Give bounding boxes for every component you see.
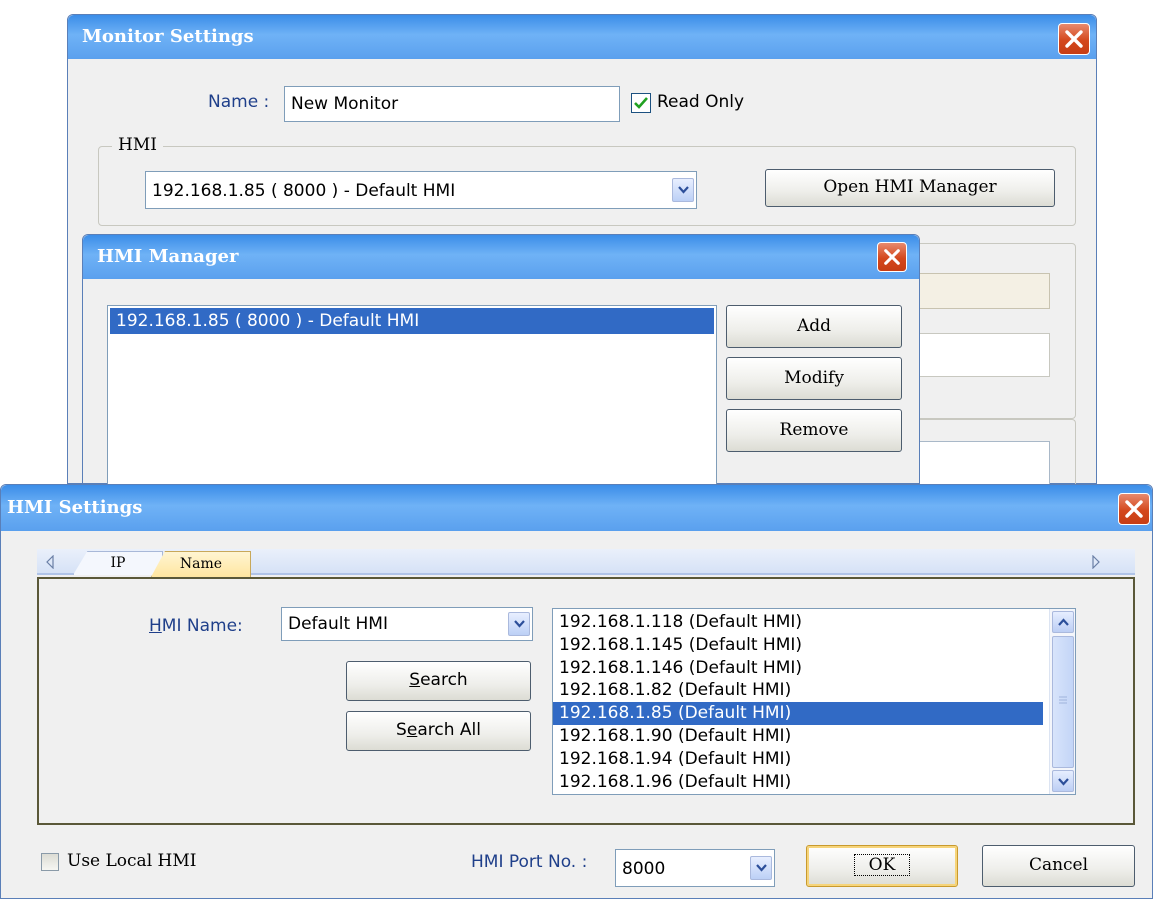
tab-scroll-right-icon[interactable] [1091,555,1101,569]
modify-label: Modify [784,368,844,388]
name-input[interactable]: New Monitor [284,86,620,122]
hmi-results-list[interactable]: 192.168.1.118 (Default HMI) 192.168.1.145… [552,608,1076,795]
search-all-label: Search All [396,720,481,740]
checkmark-icon [634,97,648,109]
monitor-settings-titlebar: Monitor Settings [68,15,1096,59]
open-hmi-manager-button[interactable]: Open HMI Manager [765,169,1055,207]
add-button[interactable]: Add [726,305,902,348]
cancel-label: Cancel [1028,855,1089,875]
hidden-field-1 [898,273,1050,309]
ok-button[interactable]: OK [806,845,958,887]
hmi-name-value: Default HMI [288,614,388,634]
search-label: Search [409,670,468,690]
use-local-hmi-checkbox[interactable] [41,853,59,871]
scrollbar[interactable] [1049,609,1075,794]
chevron-down-icon[interactable] [508,612,530,636]
hmi-settings-titlebar: HMI Settings [1,485,1152,531]
cancel-button[interactable]: Cancel [982,845,1135,887]
remove-button[interactable]: Remove [726,409,902,452]
tab-ip-label: IP [110,555,126,571]
search-button[interactable]: Search [346,661,531,701]
hmi-name-label: HMI Name: [149,616,243,636]
name-label: Name : [208,92,270,112]
remove-label: Remove [779,420,849,440]
chevron-down-icon[interactable] [672,178,694,202]
ok-label: OK [853,854,911,876]
chevron-down-icon[interactable] [750,856,772,880]
add-label: Add [796,316,832,336]
hmi-port-combo[interactable]: 8000 [615,849,775,887]
hmi-manager-titlebar: HMI Manager [83,235,919,279]
chevron-up-icon[interactable] [1052,611,1074,633]
tab-ip[interactable]: IP [73,551,163,575]
hmi-manager-window: HMI Manager 192.168.1.85 ( 8000 ) - Defa… [82,234,920,485]
name-value: New Monitor [291,94,399,114]
hmi-select-value: 192.168.1.85 ( 8000 ) - Default HMI [152,181,456,201]
tab-name[interactable]: Name [151,551,251,577]
hmi-select[interactable]: 192.168.1.85 ( 8000 ) - Default HMI [145,171,697,209]
list-item[interactable]: 192.168.1.146 (Default HMI) [553,657,1043,680]
hmi-port-value: 8000 [622,859,666,879]
open-hmi-manager-label: Open HMI Manager [823,177,997,197]
list-item[interactable]: 192.168.1.96 (Default HMI) [553,771,1043,794]
list-item[interactable]: 192.168.1.85 (Default HMI) [553,702,1043,725]
hmi-group-label: HMI [112,135,163,155]
close-icon[interactable] [1058,23,1090,55]
tab-name-label: Name [179,556,223,572]
list-item[interactable]: 192.168.1.90 (Default HMI) [553,725,1043,748]
scroll-thumb[interactable] [1052,636,1074,768]
read-only-label: Read Only [657,92,745,112]
list-item[interactable]: 192.168.1.118 (Default HMI) [553,611,1043,634]
modify-button[interactable]: Modify [726,357,902,400]
close-icon[interactable] [1118,493,1150,525]
chevron-down-icon[interactable] [1052,770,1074,792]
window-title: HMI Manager [97,246,239,267]
hmi-name-combo[interactable]: Default HMI [281,607,533,641]
window-title: Monitor Settings [82,26,254,47]
list-item[interactable]: 192.168.1.85 ( 8000 ) - Default HMI [110,308,714,334]
list-item[interactable]: 192.168.1.94 (Default HMI) [553,748,1043,771]
search-all-button[interactable]: Search All [346,711,531,751]
close-icon[interactable] [877,242,907,272]
hmi-settings-window: HMI Settings IP Name HMI Name: Default H… [0,484,1153,899]
list-item[interactable]: 192.168.1.82 (Default HMI) [553,679,1043,702]
read-only-checkbox[interactable] [631,93,651,113]
list-item[interactable]: 192.168.1.145 (Default HMI) [553,634,1043,657]
use-local-hmi-label: Use Local HMI [67,851,197,871]
hidden-field-2 [898,333,1050,377]
tab-scroll-left-icon[interactable] [45,555,55,569]
hmi-port-label: HMI Port No. : [471,852,588,872]
hmi-list[interactable]: 192.168.1.85 ( 8000 ) - Default HMI [107,305,717,485]
window-title: HMI Settings [7,497,143,518]
